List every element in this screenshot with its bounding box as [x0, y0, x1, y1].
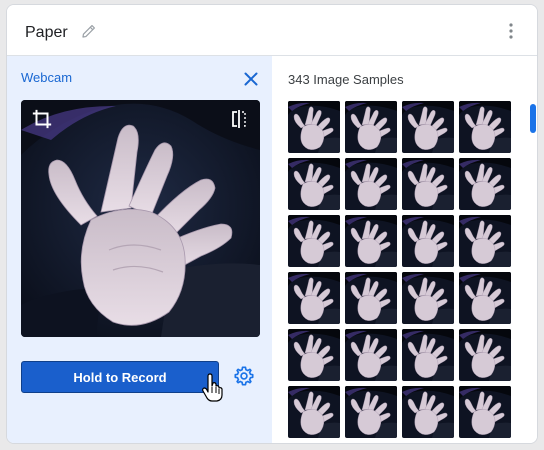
- sample-thumbnail[interactable]: [288, 386, 340, 438]
- sample-thumbnail[interactable]: [345, 101, 397, 153]
- samples-count-label: 343 Image Samples: [288, 72, 404, 87]
- sample-thumbnail[interactable]: [402, 329, 454, 381]
- settings-gear-icon[interactable]: [233, 365, 255, 387]
- webcam-label: Webcam: [21, 70, 73, 85]
- class-name[interactable]: Paper: [25, 24, 68, 42]
- sample-thumbnail[interactable]: [402, 215, 454, 267]
- samples-panel: 343 Image Samples: [272, 56, 537, 443]
- samples-grid[interactable]: [288, 101, 514, 443]
- hold-to-record-button[interactable]: Hold to Record: [21, 361, 219, 393]
- crop-icon[interactable]: [31, 108, 53, 130]
- sample-thumbnail[interactable]: [288, 101, 340, 153]
- sample-thumbnail[interactable]: [288, 215, 340, 267]
- sample-thumbnail[interactable]: [459, 215, 511, 267]
- class-card: Paper Webcam Hold to Record 343 Image Sa…: [6, 4, 538, 444]
- sample-thumbnail[interactable]: [402, 158, 454, 210]
- samples-scrollbar[interactable]: [530, 104, 536, 133]
- sample-thumbnail[interactable]: [345, 329, 397, 381]
- flip-icon[interactable]: [229, 109, 249, 129]
- webcam-feed-image: [21, 100, 260, 337]
- webcam-panel: Webcam Hold to Record: [7, 56, 272, 443]
- more-vert-icon[interactable]: [503, 22, 519, 40]
- sample-thumbnail[interactable]: [345, 158, 397, 210]
- sample-thumbnail[interactable]: [345, 272, 397, 324]
- sample-thumbnail[interactable]: [459, 272, 511, 324]
- pencil-icon[interactable]: [80, 22, 98, 40]
- class-header: Paper: [7, 5, 537, 56]
- sample-thumbnail[interactable]: [402, 272, 454, 324]
- sample-thumbnail[interactable]: [288, 329, 340, 381]
- webcam-preview: [21, 100, 260, 337]
- sample-thumbnail[interactable]: [402, 386, 454, 438]
- sample-thumbnail[interactable]: [288, 158, 340, 210]
- sample-thumbnail[interactable]: [402, 101, 454, 153]
- sample-thumbnail[interactable]: [459, 386, 511, 438]
- sample-thumbnail[interactable]: [459, 158, 511, 210]
- close-icon[interactable]: [243, 71, 259, 87]
- sample-thumbnail[interactable]: [459, 101, 511, 153]
- sample-thumbnail[interactable]: [459, 329, 511, 381]
- sample-thumbnail[interactable]: [345, 386, 397, 438]
- sample-thumbnail[interactable]: [288, 272, 340, 324]
- record-button-label: Hold to Record: [73, 369, 167, 385]
- sample-thumbnail[interactable]: [345, 215, 397, 267]
